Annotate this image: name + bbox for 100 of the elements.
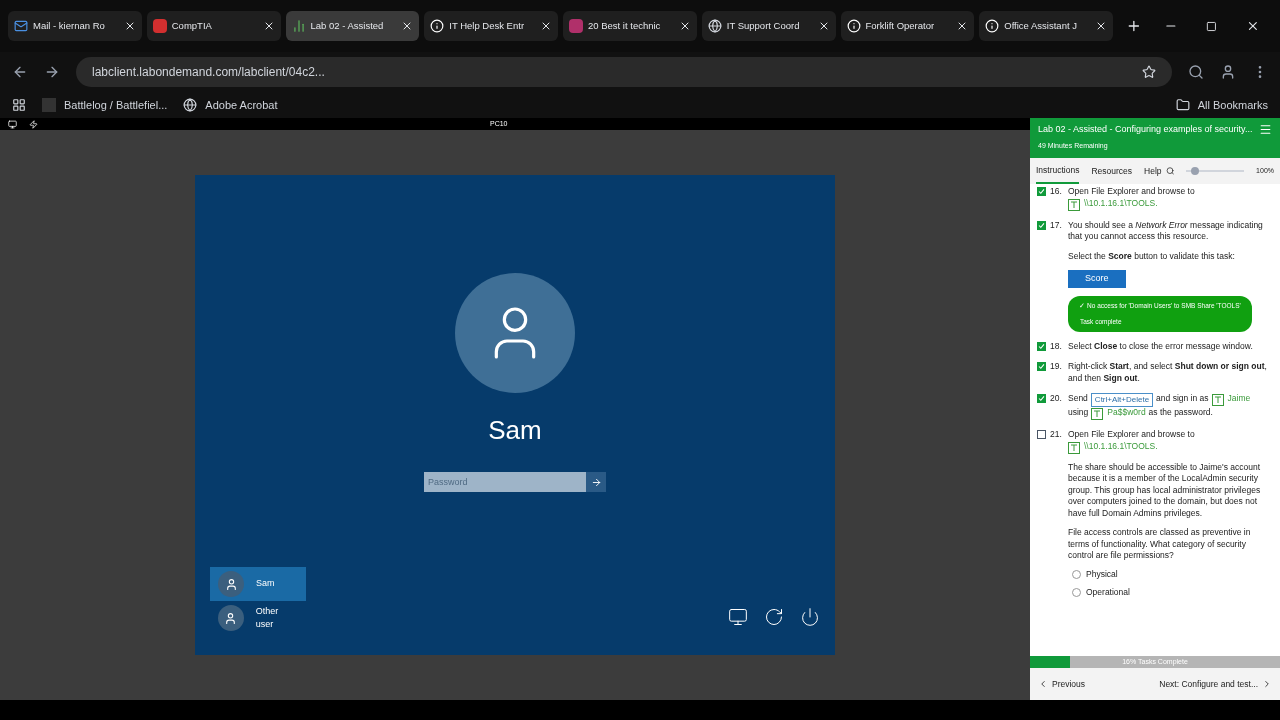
back-icon[interactable]	[12, 64, 28, 80]
task-text: Open File Explorer and browse to	[1068, 186, 1195, 198]
lightning-icon[interactable]	[29, 119, 38, 129]
chevron-right-icon	[1262, 679, 1272, 689]
bookmark-star-icon[interactable]	[1142, 65, 1156, 79]
tab-title: CompTIA	[171, 18, 213, 33]
task-text: as the password.	[1148, 407, 1213, 419]
task-text: Send	[1068, 393, 1088, 405]
typable-text[interactable]: \\10.1.16.1\TOOLS.	[1084, 197, 1158, 209]
password-field[interactable]: Password	[424, 472, 586, 492]
menu-icon[interactable]	[1259, 123, 1272, 137]
task-number: 19.	[1050, 361, 1063, 373]
browser-tab[interactable]: IT Help Desk Entr	[424, 11, 558, 41]
info-icon	[846, 19, 861, 33]
panel-tab[interactable]: Instructions	[1036, 157, 1080, 185]
browser-tab[interactable]: Lab 02 - Assisted	[285, 11, 420, 41]
folder-icon	[1175, 98, 1190, 112]
task-number: 16.	[1050, 186, 1063, 198]
logo-icon	[42, 98, 56, 112]
panel-tab[interactable]: Resources	[1091, 158, 1133, 184]
close-icon[interactable]	[1095, 20, 1107, 32]
instruction-paragraph: File access controls are classed as preventive in terms of functionality. What category of security control are file permissions?	[1068, 527, 1252, 562]
info-icon	[985, 19, 1000, 33]
type-icon	[1212, 395, 1223, 405]
search-icon[interactable]	[1165, 166, 1175, 176]
score-button[interactable]: Score	[1068, 270, 1126, 288]
user-switch-item[interactable]: Sam	[210, 567, 306, 601]
power-icon[interactable]	[800, 607, 820, 627]
type-icon	[1092, 409, 1103, 419]
check-icon	[1038, 221, 1045, 229]
key-combo-button[interactable]: Ctrl+Alt+Delete	[1090, 393, 1154, 407]
tab-title: IT Support Coord	[726, 18, 801, 33]
type-text-button[interactable]	[1068, 441, 1080, 454]
type-text-button[interactable]	[1211, 394, 1224, 406]
typable-text[interactable]: \\10.1.16.1\TOOLS.	[1084, 440, 1158, 452]
address-bar[interactable]: labclient.labondemand.com/labclient/04c2...	[76, 57, 1172, 87]
url-text: labclient.labondemand.com/labclient/04c2...	[92, 64, 326, 81]
monitor-icon[interactable]	[8, 119, 17, 129]
restore-icon[interactable]	[1206, 20, 1218, 32]
task-number: 20.	[1050, 393, 1063, 405]
search-icon[interactable]	[1188, 64, 1204, 80]
slider-thumb[interactable]	[1191, 167, 1199, 175]
chevron-left-icon	[1038, 679, 1048, 689]
browser-tab[interactable]: IT Support Coord	[701, 11, 836, 41]
logo-icon	[152, 19, 167, 33]
apps-icon[interactable]	[12, 98, 26, 112]
forward-icon[interactable]	[44, 64, 60, 80]
task-text: Right-click Start, and select Shut down or sign out, and then Sign out.	[1068, 361, 1268, 384]
task-text: Open File Explorer and browse to	[1068, 429, 1195, 441]
check-icon	[1038, 342, 1045, 350]
user-switch-item[interactable]: Other user	[210, 601, 306, 635]
browser-tab[interactable]: 20 Best it technic	[563, 11, 697, 41]
typable-text[interactable]: Pa$$w0rd	[1107, 407, 1146, 419]
new-tab-icon[interactable]	[1126, 18, 1142, 34]
browser-tab[interactable]: Mail - kiernan Ro	[8, 11, 142, 41]
task-checkbox[interactable]	[1037, 430, 1046, 439]
task-text: You should see a Network Error message indicating that you cannot access this resource.	[1068, 219, 1264, 243]
task-text: Select Close to close the error message window.	[1068, 340, 1253, 352]
user-name: Sam	[488, 414, 542, 447]
panel-tab[interactable]: Help	[1144, 158, 1162, 184]
browser-tab[interactable]: Office Assistant J	[979, 11, 1113, 41]
task-checkbox[interactable]	[1037, 341, 1046, 351]
instruction-paragraph: Select the Score button to validate this task:	[1068, 250, 1236, 262]
close-icon[interactable]	[1246, 19, 1260, 33]
task-number: 18.	[1050, 340, 1063, 352]
profile-icon[interactable]	[1220, 64, 1236, 80]
check-icon	[1038, 395, 1045, 402]
task-number: 21.	[1050, 429, 1063, 441]
user-icon	[224, 577, 238, 591]
globe-icon	[183, 98, 198, 112]
lab-title: Lab 02 - Assisted - Configuring examples of security...	[1038, 123, 1253, 136]
typable-text[interactable]: Jaime	[1227, 393, 1251, 405]
arrow-icon	[590, 476, 602, 488]
radio-option[interactable]: Operational	[1072, 587, 1273, 599]
bookmark-item[interactable]: Adobe Acrobat	[183, 96, 278, 114]
tab-title: Office Assistant J	[1004, 18, 1078, 33]
all-bookmarks-link[interactable]: All Bookmarks	[1197, 96, 1268, 114]
next-button[interactable]: Next: Configure and test...	[1159, 677, 1272, 691]
close-icon[interactable]	[540, 20, 552, 32]
user-icon	[224, 611, 238, 625]
radio-option[interactable]: Physical	[1072, 568, 1273, 580]
tab-title: Lab 02 - Assisted	[310, 18, 385, 33]
submit-button[interactable]	[586, 472, 606, 492]
tab-title: Mail - kiernan Ro	[33, 18, 106, 33]
type-text-button[interactable]	[1091, 408, 1104, 420]
check-icon	[1038, 363, 1045, 370]
browser-tab[interactable]: Forklift Operator	[840, 11, 975, 41]
bookmark-item[interactable]: Battlelog / Battlefiel...	[42, 96, 168, 114]
browser-tab[interactable]: CompTIA	[146, 11, 281, 41]
task-number: 17.	[1050, 219, 1063, 232]
type-icon	[1069, 442, 1079, 453]
task-checkbox[interactable]	[1037, 220, 1046, 230]
tab-title: 20 Best it technic	[588, 18, 662, 33]
info-icon	[430, 19, 445, 33]
check-icon	[1038, 188, 1045, 195]
type-text-button[interactable]	[1068, 198, 1080, 211]
tab-title: IT Help Desk Entr	[449, 18, 526, 33]
previous-button[interactable]: Previous	[1038, 677, 1086, 691]
network-icon[interactable]	[728, 607, 748, 627]
chart-icon	[291, 19, 306, 33]
